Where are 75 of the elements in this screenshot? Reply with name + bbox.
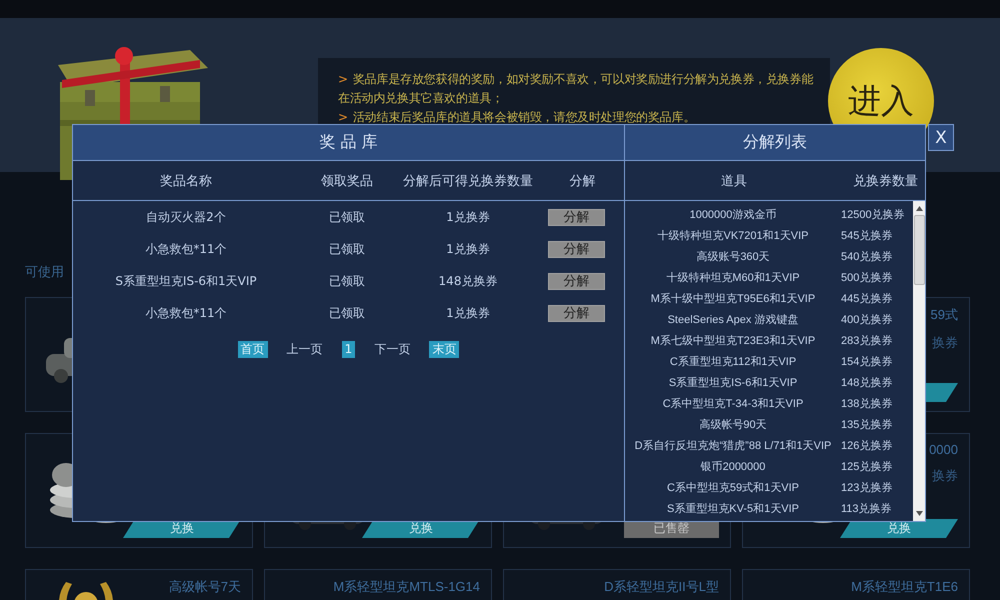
panel-title: 分解列表 — [743, 132, 807, 153]
column-header: 兑换券数量 — [852, 172, 919, 190]
decompose-button[interactable]: 分解 — [548, 208, 605, 226]
decompose-button[interactable]: 分解 — [548, 272, 605, 290]
table-cell-text: S系重型坦克IS-6和1天VIP — [668, 376, 798, 390]
table-cell-text: 148兑换券 — [841, 376, 892, 390]
table-cell: 已领取 — [329, 304, 365, 322]
table-cell-text: 545兑换券 — [841, 229, 892, 243]
notice-text: > 活动结束后奖品库的道具将会被销毁，请您及时处理您的奖品库。 — [338, 109, 696, 126]
table-cell-text: C系重型坦克112和1天VIP — [670, 354, 796, 369]
table-cell-text: 283兑换券 — [841, 334, 892, 348]
table-cell-text: M系十级中型坦克T95E6和1天VIP — [650, 292, 816, 306]
table-cell-text: 135兑换券 — [841, 418, 892, 432]
column-header: 奖品名称 — [159, 172, 213, 190]
table-cell-text: 400兑换券 — [841, 313, 892, 327]
item-title: M系轻型坦克MTLS-1G14 — [333, 578, 480, 596]
table-cell-text: 1000000游戏金币 — [690, 208, 776, 222]
table-cell-text: 113兑换券 — [841, 502, 892, 516]
item-title: 0000 — [929, 442, 958, 457]
table-cell: 自动灭火器2个 — [146, 208, 226, 226]
item-title: M系轻型坦克T1E6 — [851, 578, 958, 596]
last-page-link[interactable]: 末页 — [429, 341, 460, 358]
table-cell-text: 540兑换券 — [841, 250, 892, 264]
column-header: 领取奖品 — [320, 172, 374, 190]
table-cell: 已领取 — [329, 240, 365, 258]
table-cell: 小急救包*11个 — [145, 240, 227, 258]
prev-page-link[interactable]: 上一页 — [284, 341, 326, 358]
table-cell: 已领取 — [329, 272, 365, 290]
table-cell-text: 500兑换券 — [841, 271, 892, 285]
section-label: 可使用 — [25, 264, 64, 282]
table-cell-text: SteelSeries Apex 游戏键盘 — [668, 313, 798, 327]
page-number[interactable]: 1 — [342, 341, 356, 358]
table-cell: 148兑换券 — [438, 272, 498, 290]
item-title: D系轻型坦克II号L型 — [604, 578, 719, 596]
next-page-link[interactable]: 下一页 — [371, 341, 414, 358]
table-cell: S系重型坦克IS-6和1天VIP — [115, 272, 257, 290]
item-price: 换券 — [932, 335, 958, 352]
close-button[interactable]: X — [928, 124, 954, 151]
column-header: 分解后可得兑换券数量 — [402, 172, 534, 190]
scrollbar-thumb[interactable] — [914, 215, 924, 285]
table-cell-text: 126兑换券 — [841, 439, 892, 453]
table-cell-text: M系七级中型坦克T23E3和1天VIP — [650, 334, 816, 348]
table-cell-text: 银币2000000 — [700, 460, 766, 474]
table-cell-text: 445兑换券 — [841, 292, 892, 306]
table-cell-text: 高级账号360天 — [696, 250, 770, 264]
table-cell-text: 123兑换券 — [841, 481, 892, 495]
scrollbar[interactable] — [913, 201, 925, 521]
table-cell: 小急救包*11个 — [145, 304, 227, 322]
decompose-button[interactable]: 分解 — [548, 304, 605, 322]
column-header: 道具 — [720, 172, 748, 190]
decompose-button[interactable]: 分解 — [548, 240, 605, 258]
notice-text: > 奖品库是存放您获得的奖励，如对奖励不喜欢，可以对奖励进行分解为兑换券，兑换券能在活动内兑换其它喜欢的道具； — [338, 71, 814, 107]
first-page-link[interactable]: 首页 — [238, 341, 268, 358]
table-cell-text: D系自行反坦克炮“猎虎”88 L/71和1天VIP — [634, 438, 832, 453]
table-cell-text: 154兑换券 — [841, 355, 892, 369]
table-cell-text: 十级特种坦克M60和1天VIP — [666, 271, 800, 285]
table-cell-text: C系中型坦克59式和1天VIP — [666, 480, 800, 495]
item-title: 高级帐号7天 — [168, 578, 241, 596]
table-cell-text: 十级特种坦克VK7201和1天VIP — [658, 229, 808, 243]
item-title: 59式 — [930, 306, 958, 324]
scroll-down-icon[interactable] — [916, 511, 922, 516]
table-cell: 1兑换券 — [446, 304, 490, 322]
table-cell: 1兑换券 — [446, 208, 490, 226]
table-cell-text: C系中型坦克T-34-3和1天VIP — [662, 396, 804, 411]
table-cell-text: 138兑换券 — [841, 397, 892, 411]
table-cell-text: 高级帐号90天 — [699, 418, 767, 432]
scroll-up-icon[interactable] — [916, 206, 922, 211]
table-cell: 1兑换券 — [446, 240, 490, 258]
table-cell-text: 125兑换券 — [841, 460, 892, 474]
panel-title: 奖 品 库 — [319, 132, 378, 153]
table-cell: 已领取 — [329, 208, 365, 226]
table-cell-text: 12500兑换券 — [841, 208, 905, 222]
column-header: 分解 — [568, 172, 596, 190]
item-price: 换券 — [932, 468, 958, 485]
table-cell-text: S系重型坦克KV-5和1天VIP — [666, 502, 800, 516]
